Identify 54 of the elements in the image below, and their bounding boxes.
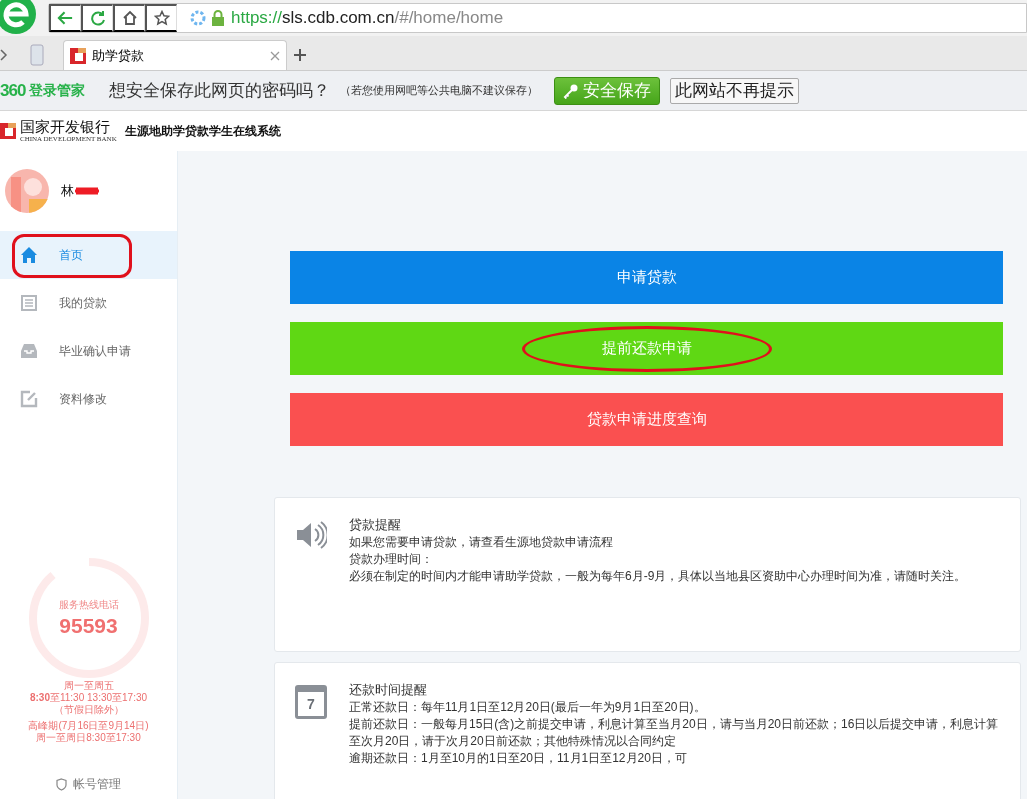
back-button[interactable] xyxy=(49,4,81,32)
home-icon xyxy=(20,246,38,264)
home-icon xyxy=(121,10,138,26)
service-hours-text: 周一至周五 xyxy=(62,680,115,692)
close-icon[interactable] xyxy=(270,50,280,61)
shield-icon xyxy=(56,778,67,791)
notice-text: 如果您需要申请贷款，请查看生源地贷款申请流程 xyxy=(349,534,614,551)
new-tab-icon[interactable] xyxy=(293,48,307,62)
service-hours-text: 高峰期(7月16日至9月14日) xyxy=(28,720,149,732)
user-name: 林 xyxy=(61,182,74,200)
redaction-mark xyxy=(74,186,100,196)
notice-text: 逾期还款日：1月至10月的1日至20日，11月1日至12月20日，可 xyxy=(349,750,688,767)
action-button[interactable]: 申请贷款 xyxy=(290,251,1003,304)
lock-icon xyxy=(211,10,225,26)
list-icon xyxy=(20,294,38,312)
prompt-note: （若您使用网吧等公共电脑不建议保存） xyxy=(340,83,539,98)
loading-icon xyxy=(189,9,207,27)
bookmark-button[interactable] xyxy=(145,4,177,32)
star-icon xyxy=(153,10,170,26)
nav-item[interactable]: 毕业确认申请 xyxy=(0,327,177,375)
hotline-number: 95593 xyxy=(59,614,118,638)
service-hours-text: 8:30至11:30 13:30至17:30 xyxy=(28,692,149,704)
refresh-button[interactable] xyxy=(81,4,113,32)
dismiss-button[interactable]: 此网站不再提示 xyxy=(670,77,800,104)
bank-name: 国家开发银行 xyxy=(20,119,111,135)
nav-item[interactable]: 我的贷款 xyxy=(0,279,177,327)
system-title: 生源地助学贷款学生在线系统 xyxy=(124,122,281,140)
brand-logo: 360 xyxy=(0,80,26,101)
notice-text: 贷款办理时间： xyxy=(349,551,434,568)
nav-item[interactable]: 资料修改 xyxy=(0,375,177,423)
key-icon xyxy=(563,82,580,99)
account-link[interactable]: 帐号管理 xyxy=(56,776,121,793)
inbox-icon xyxy=(20,342,38,360)
action-button[interactable]: 贷款申请进度查询 xyxy=(290,393,1003,446)
home-button[interactable] xyxy=(113,4,145,32)
notice-title: 还款时间提醒 xyxy=(349,681,428,698)
nav-item[interactable]: 首页 xyxy=(0,231,177,279)
url-text[interactable]: https://sls.cdb.com.cn/#/home/home xyxy=(231,8,504,28)
notice-text: 正常还款日：每年11月1日至12月20日(最后一年为9月1日至20日)。 xyxy=(349,699,707,716)
notice-text: 提前还款日：一般每月15日(含)之前提交申请，利息计算至当月20日，请与当月20日前还款；16日以后提交申请，利息计算至次月20日，请于次月20日前还款；其他特殊情况以合同约定 xyxy=(349,716,1000,750)
brand-label: 登录管家 xyxy=(29,81,86,100)
service-hours-text: 周一至周日8:30至17:30 xyxy=(35,732,142,744)
service-hours-text: （节假日除外） xyxy=(52,704,125,716)
edit-icon xyxy=(20,390,38,408)
hotline-title: 服务热线电话 xyxy=(58,598,119,612)
tab-logo-icon xyxy=(70,47,86,64)
calendar-icon: 7 xyxy=(295,685,327,719)
browser-tab[interactable]: 助学贷款 xyxy=(63,40,287,70)
notice-text: 必须在制定的时间内才能申请助学贷款，一般为每年6月-9月，具体以当地县区资助中心办理时间为准，请随时关注。 xyxy=(349,568,967,585)
prompt-text: 想安全保存此网页的密码吗？ xyxy=(109,80,331,102)
speaker-icon xyxy=(295,520,327,550)
back-arrow-icon xyxy=(57,10,74,26)
refresh-icon xyxy=(89,10,106,26)
notice-title: 贷款提醒 xyxy=(349,516,402,533)
